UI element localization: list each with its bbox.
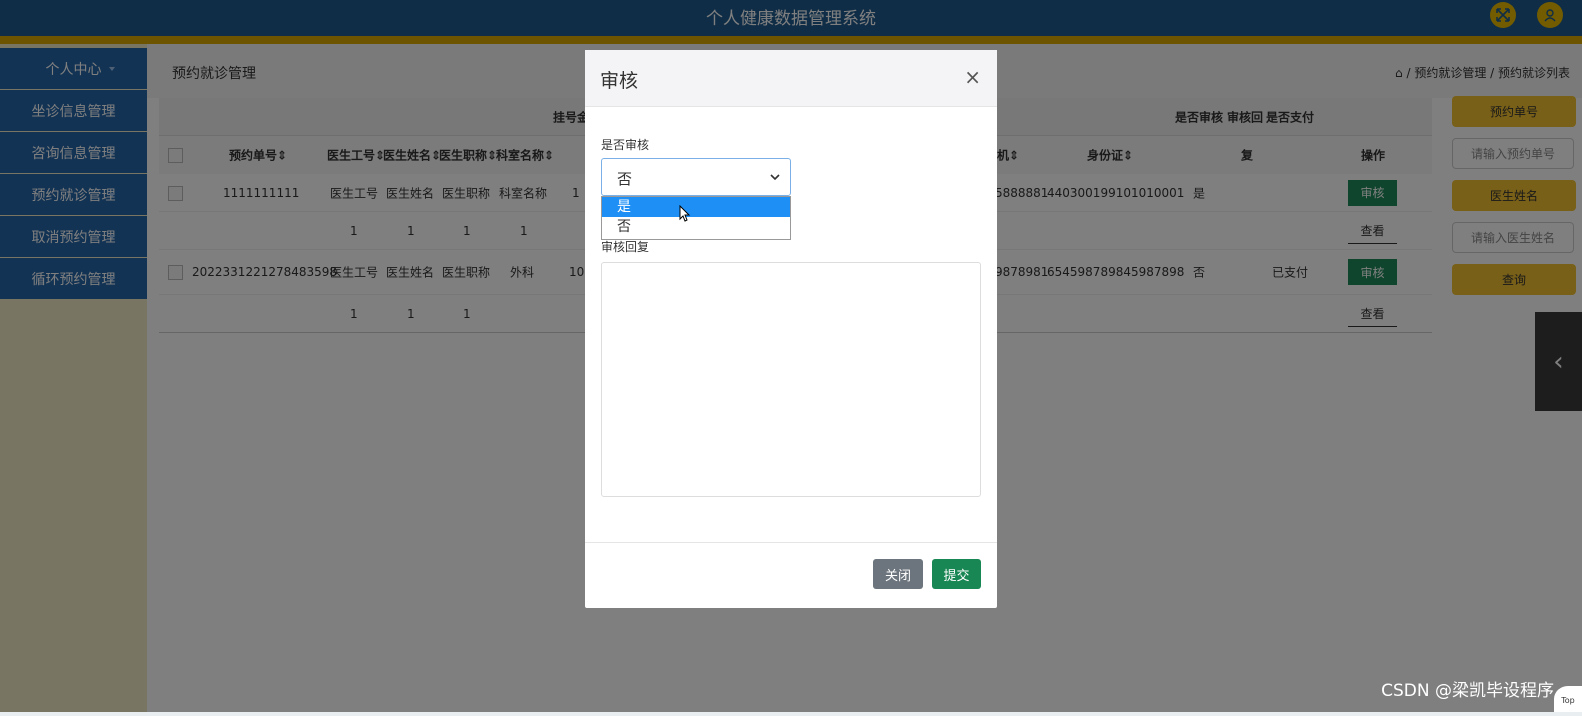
back-to-top-button[interactable]: Top xyxy=(1554,686,1582,712)
modal-header: 审核 × xyxy=(585,50,997,107)
watermark: CSDN @梁凯毕设程序 xyxy=(1381,681,1554,701)
audit-select-value: 否 xyxy=(617,170,633,188)
chevron-down-icon xyxy=(770,171,780,185)
mouse-cursor-icon xyxy=(679,204,691,226)
dropdown-option-no[interactable]: 否 xyxy=(602,217,790,237)
modal-title: 审核 xyxy=(600,70,639,92)
close-button[interactable]: 关闭 xyxy=(873,559,923,589)
submit-button[interactable]: 提交 xyxy=(932,559,981,589)
dropdown-option-yes[interactable]: 是 xyxy=(602,197,790,217)
reply-textarea[interactable] xyxy=(601,262,981,497)
reply-label: 审核回复 xyxy=(601,240,650,254)
audit-label: 是否审核 xyxy=(601,138,650,152)
close-icon[interactable]: × xyxy=(964,65,981,89)
audit-dropdown: 是 否 xyxy=(601,196,791,240)
audit-select[interactable]: 否 xyxy=(601,158,791,196)
audit-modal: 审核 × 是否审核 否 是 否 审核回复 关闭 提交 xyxy=(585,50,997,608)
modal-footer: 关闭 提交 xyxy=(585,542,997,609)
